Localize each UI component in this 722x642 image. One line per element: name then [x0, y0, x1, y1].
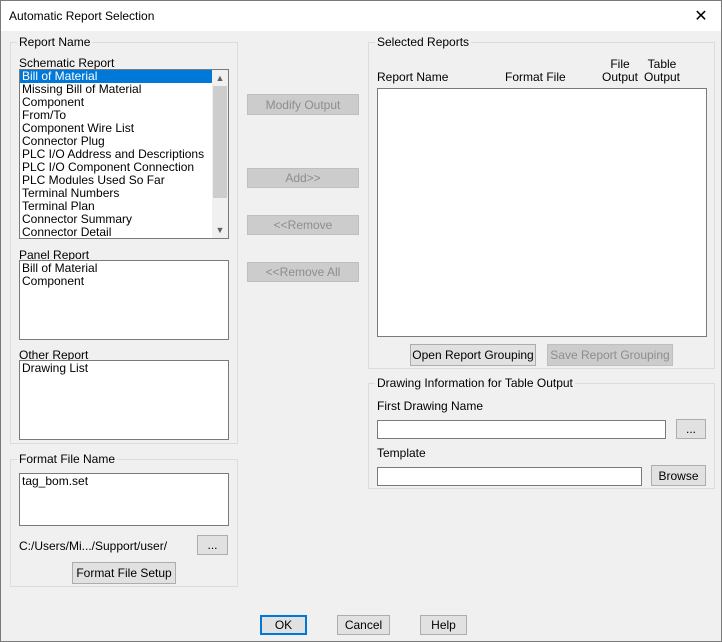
format-file-browse-button[interactable]: ...	[197, 535, 228, 555]
remove-all-button[interactable]: <<Remove All	[247, 262, 359, 282]
drawing-info-group-title: Drawing Information for Table Output	[375, 376, 575, 390]
open-report-grouping-button[interactable]: Open Report Grouping	[410, 344, 536, 366]
first-drawing-browse-button[interactable]: ...	[676, 419, 706, 439]
template-input[interactable]	[377, 467, 642, 486]
save-report-grouping-button[interactable]: Save Report Grouping	[547, 344, 673, 366]
ok-button[interactable]: OK	[260, 615, 307, 635]
window-title: Automatic Report Selection	[9, 9, 155, 23]
help-button[interactable]: Help	[420, 615, 467, 635]
schematic-report-label: Schematic Report	[19, 56, 115, 70]
other-report-list[interactable]: Drawing List	[19, 360, 229, 440]
add-button[interactable]: Add>>	[247, 168, 359, 188]
list-item[interactable]: Component	[20, 275, 228, 288]
schematic-report-list[interactable]: Bill of Material Missing Bill of Material…	[19, 69, 229, 239]
selected-reports-list[interactable]	[377, 88, 707, 337]
list-item[interactable]: Drawing List	[20, 362, 228, 375]
column-header-report-name: Report Name	[377, 70, 449, 84]
title-bar: Automatic Report Selection ✕	[1, 1, 721, 31]
scroll-down-icon[interactable]: ▼	[212, 222, 228, 238]
format-file-items: tag_bom.set	[20, 474, 228, 488]
list-item[interactable]: tag_bom.set	[20, 475, 228, 488]
cancel-button[interactable]: Cancel	[337, 615, 390, 635]
panel-report-list[interactable]: Bill of Material Component	[19, 260, 229, 340]
report-name-group-title: Report Name	[17, 35, 93, 49]
format-file-setup-button[interactable]: Format File Setup	[72, 562, 176, 584]
format-file-group-title: Format File Name	[17, 452, 118, 466]
first-drawing-name-label: First Drawing Name	[377, 399, 484, 413]
list-item[interactable]: Connector Detail	[20, 226, 212, 239]
column-header-table-output-line2: Output	[643, 70, 681, 84]
template-label: Template	[377, 446, 426, 460]
remove-button[interactable]: <<Remove	[247, 215, 359, 235]
panel-report-items: Bill of Material Component	[20, 261, 228, 288]
schematic-report-items: Bill of Material Missing Bill of Material…	[20, 70, 212, 239]
column-header-file-output-line2: Output	[601, 70, 639, 84]
template-browse-button[interactable]: Browse	[651, 465, 706, 486]
selected-reports-group-title: Selected Reports	[375, 35, 472, 49]
close-icon[interactable]: ✕	[681, 1, 721, 31]
dialog-window: Automatic Report Selection ✕ Report Name…	[0, 0, 722, 642]
modify-output-button[interactable]: Modify Output	[247, 94, 359, 115]
column-header-table-output: Table Output	[642, 58, 682, 84]
column-header-format-file: Format File	[505, 70, 566, 84]
first-drawing-name-input[interactable]	[377, 420, 666, 439]
scroll-thumb[interactable]	[213, 86, 227, 198]
column-header-file-output: File Output	[601, 58, 639, 84]
schematic-report-scrollbar[interactable]: ▲ ▼	[212, 70, 228, 238]
format-file-list[interactable]: tag_bom.set	[19, 473, 229, 526]
scroll-up-icon[interactable]: ▲	[212, 70, 228, 86]
other-report-items: Drawing List	[20, 361, 228, 375]
format-file-path: C:/Users/Mi.../Support/user/	[19, 539, 168, 553]
